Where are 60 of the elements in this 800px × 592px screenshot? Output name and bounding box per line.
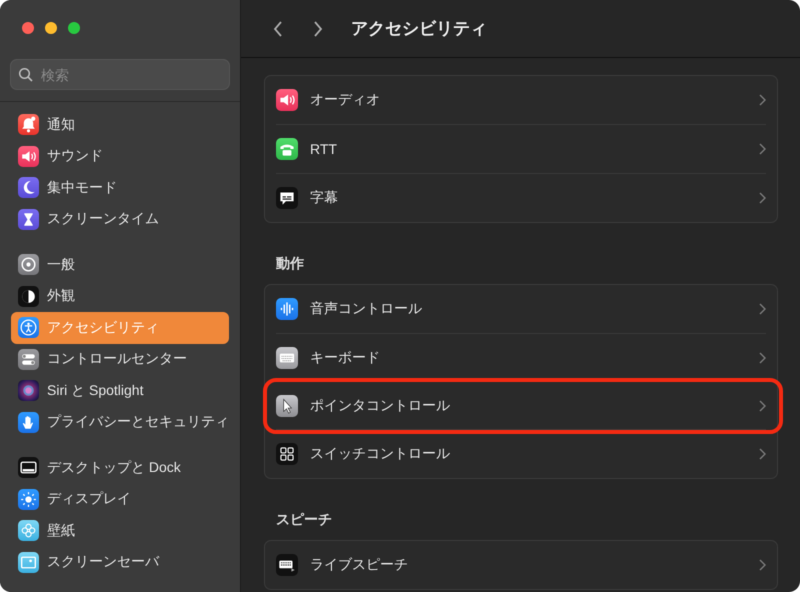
minimize-button[interactable] [45,22,57,34]
settings-row[interactable]: 字幕 [276,173,766,222]
bell-icon [18,114,39,136]
settings-row[interactable]: ポインタコントロール [263,378,783,434]
keyboard-icon [276,554,298,576]
telephone-icon [276,138,298,160]
sidebar-item[interactable]: サウンド [11,140,229,172]
toggles-icon [18,348,39,370]
sidebar-item[interactable]: プライバシーとセキュリティ [11,406,229,438]
contrast-icon [18,286,39,307]
chevron-right-icon [759,400,766,412]
sidebar-item[interactable]: 外観 [11,280,229,312]
zoom-button[interactable] [68,22,80,34]
hand-icon [18,412,39,433]
section-heading: スピーチ [276,511,332,529]
dock-icon [18,457,39,478]
settings-row[interactable]: ライブスピーチ [276,541,766,589]
sidebar-item[interactable]: 壁紙 [11,515,229,546]
grid-icon [276,443,298,465]
hourglass-icon [18,208,39,230]
sidebar-item[interactable]: 集中モード [11,172,229,204]
waveform-icon [276,298,298,320]
settings-row[interactable]: キーボード [276,333,766,382]
chevron-right-icon [759,559,766,571]
settings-row[interactable]: 音声コントロール [276,285,766,333]
window-title: アクセシビリティ [351,18,487,40]
chevron-right-icon [759,448,766,460]
flower-icon [18,520,39,542]
sidebar-item[interactable]: スクリーンタイム [11,204,229,235]
chevron-right-icon [759,352,766,364]
accessibility-icon [18,317,39,338]
moon-icon [18,177,39,198]
chevron-right-icon [759,94,766,106]
settings-row[interactable]: オーディオ [276,76,766,124]
settings-row[interactable]: スイッチコントロール [276,429,766,478]
sidebar-item[interactable]: ディスプレイ [11,484,229,515]
sun-icon [18,488,39,510]
speaker-icon [18,146,39,167]
chevron-right-icon [313,20,323,38]
section-heading: 動作 [276,255,304,273]
chevron-left-icon [273,20,283,38]
chevron-right-icon [759,192,766,204]
chevron-right-icon [759,303,766,315]
close-button[interactable] [22,22,34,34]
settings-row[interactable]: RTT [276,124,766,173]
sidebar-item[interactable]: コントロールセンター [11,344,229,375]
sidebar-item[interactable]: Siri と Spotlight [11,375,229,406]
keyboard-icon [276,347,298,369]
speaker-icon [276,89,298,111]
screen-icon [18,552,39,573]
pointer-icon [276,395,298,417]
orb-icon [18,380,39,402]
search-icon [18,67,34,83]
caption-icon [276,187,298,209]
sidebar-item[interactable]: 一般 [11,249,229,280]
search-field[interactable]: 検索 [10,59,230,90]
sidebar-item[interactable]: デスクトップと Dock [11,452,229,484]
sidebar-item[interactable]: スクリーンセーバ [11,546,229,578]
sidebar-item[interactable]: 通知 [11,109,229,140]
chevron-right-icon [759,143,766,155]
